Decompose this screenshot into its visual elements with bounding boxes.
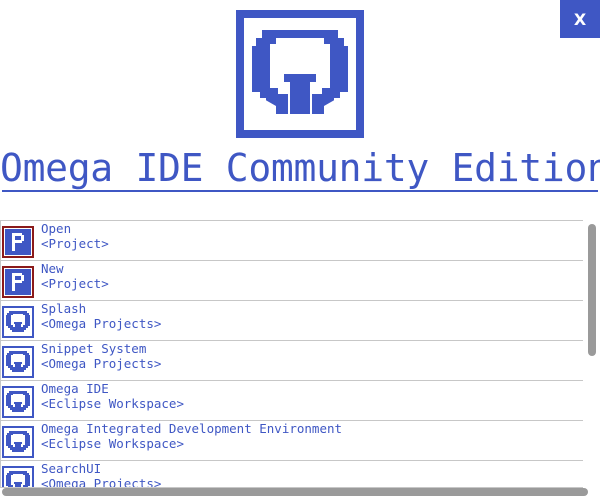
project-location: <Eclipse Workspace> xyxy=(41,436,184,451)
omega-icon xyxy=(2,426,34,458)
omega-icon xyxy=(2,386,34,418)
omega-icon xyxy=(2,306,34,338)
list-item[interactable]: Snippet System <Omega Projects> xyxy=(1,341,583,381)
project-location: <Omega Projects> xyxy=(41,356,162,371)
omega-logo xyxy=(236,10,364,138)
list-item[interactable]: Open <Project> xyxy=(1,221,583,261)
list-item[interactable]: Omega IDE <Eclipse Workspace> xyxy=(1,381,583,421)
project-name: Omega Integrated Development Environment xyxy=(41,421,343,436)
project-name: New xyxy=(41,261,64,276)
project-p-icon xyxy=(2,226,34,258)
omega-icon xyxy=(2,386,34,418)
project-location: <Eclipse Workspace> xyxy=(41,396,184,411)
omega-icon xyxy=(2,346,34,378)
title-divider xyxy=(2,190,598,192)
omega-icon xyxy=(2,426,34,458)
project-p-icon xyxy=(2,226,34,258)
omega-icon xyxy=(2,466,34,487)
project-location: <Omega Projects> xyxy=(41,316,162,331)
project-name: SearchUI xyxy=(41,461,102,476)
project-location: <Project> xyxy=(41,276,109,291)
page-title: Omega IDE Community Edition xyxy=(0,146,600,190)
omega-icon xyxy=(2,466,34,487)
omega-icon xyxy=(2,346,34,378)
project-name: Omega IDE xyxy=(41,381,109,396)
project-location: <Project> xyxy=(41,236,109,251)
project-location: <Omega Projects> xyxy=(41,476,162,488)
project-list[interactable]: Open <Project> New <Project> Splash <Omega … xyxy=(0,220,583,488)
project-name: Splash xyxy=(41,301,87,316)
list-item[interactable]: Omega Integrated Development Environment… xyxy=(1,421,583,461)
project-name: Snippet System xyxy=(41,341,147,356)
project-name: Open xyxy=(41,221,72,236)
project-p-icon xyxy=(2,266,34,298)
omega-icon xyxy=(2,306,34,338)
list-item[interactable]: New <Project> xyxy=(1,261,583,301)
horizontal-scrollbar-thumb[interactable] xyxy=(2,488,588,496)
close-button[interactable]: X xyxy=(560,0,600,38)
project-p-icon xyxy=(2,266,34,298)
list-item[interactable]: Splash <Omega Projects> xyxy=(1,301,583,341)
list-item[interactable]: SearchUI <Omega Projects> xyxy=(1,461,583,488)
vertical-scrollbar-thumb[interactable] xyxy=(588,224,596,356)
omega-logo-icon xyxy=(236,10,364,138)
